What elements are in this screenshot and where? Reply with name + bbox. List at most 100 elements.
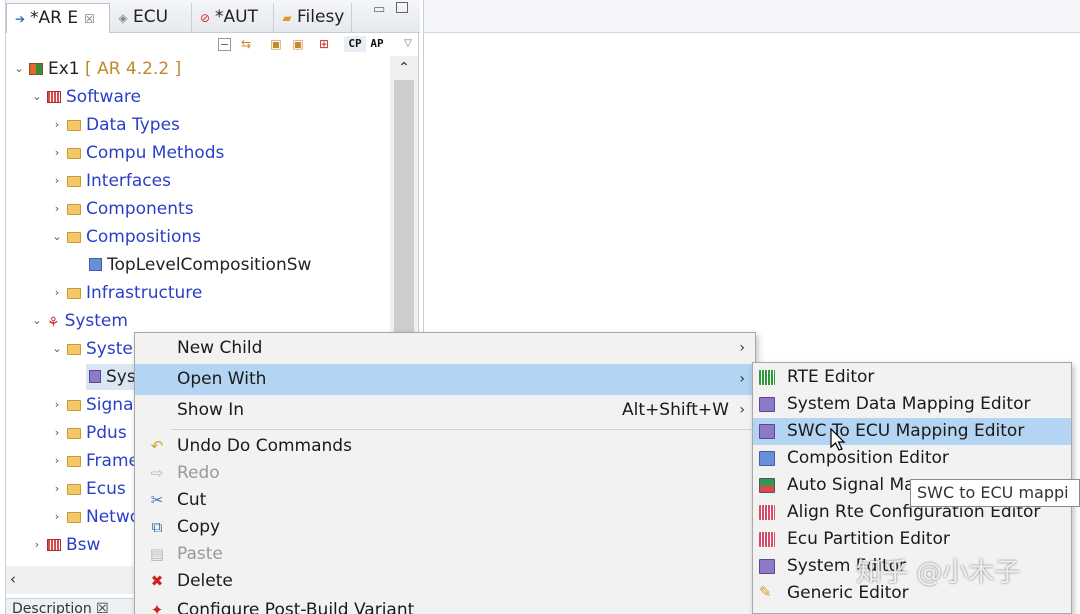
- submenu-item-swc-to-ecu-mapping[interactable]: SWC To ECU Mapping Editor: [753, 418, 1071, 445]
- submenu-item-ecu-partition[interactable]: Ecu Partition Editor: [753, 526, 1071, 553]
- tree-node-infrastructure[interactable]: › Infrastructure: [50, 280, 203, 306]
- ecu-partition-icon: [759, 532, 775, 547]
- chevron-right-icon[interactable]: ›: [50, 280, 64, 306]
- menu-item-label: Show In: [177, 400, 245, 420]
- chevron-right-icon[interactable]: ›: [50, 112, 64, 138]
- tree-node-sys-selected[interactable]: Sys: [86, 364, 136, 390]
- tab-filesystem[interactable]: ▰ Filesy: [274, 3, 352, 33]
- chevron-right-icon[interactable]: ›: [50, 140, 64, 166]
- menu-item-redo[interactable]: ⇨ Redo: [135, 460, 755, 487]
- chevron-down-icon[interactable]: ⌄: [50, 224, 64, 250]
- chevron-down-icon[interactable]: ⌄: [30, 308, 44, 334]
- menu-separator: [171, 429, 755, 430]
- tree-node-software[interactable]: ⌄ Software: [30, 84, 141, 110]
- rte-editor-icon: [759, 370, 775, 385]
- align-rte-icon: [759, 505, 775, 520]
- menu-item-configure-post-build[interactable]: ✦ Configure Post-Build Variant: [135, 597, 755, 614]
- chevron-right-icon[interactable]: ›: [50, 448, 64, 474]
- collapse-all-icon[interactable]: −: [218, 38, 231, 51]
- mouse-cursor-icon: [830, 428, 846, 451]
- chevron-down-icon[interactable]: ⌄: [12, 56, 26, 82]
- tree-node-toplevel-composition[interactable]: TopLevelCompositionSw: [86, 252, 311, 278]
- view-tab-bar: ➔ *AR E ☒ ◈ ECU ⊘ *AUT ▰ Filesy ▭: [6, 0, 420, 33]
- generic-editor-icon: ✎: [759, 583, 772, 601]
- tree-node-systems[interactable]: ⌄ Systen: [50, 336, 143, 362]
- menu-item-show-in[interactable]: Show In Alt+Shift+W ›: [135, 395, 755, 426]
- chevron-up-icon[interactable]: ⌃: [390, 60, 418, 76]
- package-folder-icon: [67, 232, 81, 243]
- close-icon[interactable]: ☒: [84, 12, 95, 26]
- tree-node-compu-methods[interactable]: › Compu Methods: [50, 140, 225, 166]
- submenu-item-label: Composition Editor: [787, 448, 949, 468]
- tree-node-bsw[interactable]: › Bsw: [30, 532, 101, 558]
- grid-icon[interactable]: ⊞: [316, 36, 332, 52]
- tree-node-data-types[interactable]: › Data Types: [50, 112, 180, 138]
- link-editor-icon[interactable]: ⇆: [238, 36, 254, 52]
- chevron-right-icon[interactable]: ›: [50, 476, 64, 502]
- menu-item-label: Open With: [177, 369, 267, 389]
- submenu-item-composition-editor[interactable]: Composition Editor: [753, 445, 1071, 472]
- autosar-icon: ⊘: [199, 11, 211, 25]
- menu-item-undo[interactable]: ↶ Undo Do Commands: [135, 432, 755, 461]
- tab-ecu[interactable]: ◈ ECU: [110, 3, 192, 33]
- chevron-right-icon[interactable]: ›: [50, 420, 64, 446]
- tree-node-frames[interactable]: › Frame: [50, 448, 139, 474]
- chevron-left-icon[interactable]: ‹: [10, 570, 16, 588]
- chevron-right-icon[interactable]: ›: [50, 168, 64, 194]
- tree-node-signals[interactable]: › Signa: [50, 392, 134, 418]
- submenu-item-system-data-mapping[interactable]: System Data Mapping Editor: [753, 391, 1071, 418]
- version-label: [ AR 4.2.2 ]: [85, 59, 182, 79]
- tree-node-compositions[interactable]: ⌄ Compositions: [50, 224, 201, 250]
- chevron-down-icon[interactable]: ⌄: [30, 84, 44, 110]
- chevron-down-icon[interactable]: ⌄: [50, 336, 64, 362]
- context-menu: New Child › Open With › Show In Alt+Shif…: [134, 332, 756, 614]
- tab-label: *AR E: [30, 8, 79, 28]
- chevron-right-icon[interactable]: ›: [30, 532, 44, 558]
- tree-node-pdus[interactable]: › Pdus: [50, 420, 127, 446]
- tree-node-label: Netwo: [86, 507, 141, 527]
- menu-item-paste[interactable]: ▤ Paste: [135, 541, 755, 568]
- package-folder-icon: [67, 512, 81, 523]
- tree-node-system[interactable]: ⌄ ⚘ System: [30, 308, 128, 334]
- menu-item-new-child[interactable]: New Child ›: [135, 333, 755, 364]
- chevron-right-icon: ›: [739, 402, 745, 418]
- cp-toggle-button[interactable]: CP: [344, 36, 366, 52]
- watermark: 知乎 @小木子: [856, 558, 1021, 588]
- filesystem-icon: ▰: [282, 11, 292, 25]
- tooltip: SWC to ECU mappi: [910, 479, 1080, 507]
- chevron-right-icon[interactable]: ›: [50, 504, 64, 530]
- tab-autosar[interactable]: ⊘ *AUT: [192, 3, 274, 33]
- composition-editor-icon: [759, 451, 775, 466]
- tree-node-label: Frame: [86, 451, 139, 471]
- tree-node-label: System: [64, 311, 128, 331]
- filter2-icon[interactable]: ▣: [290, 36, 306, 52]
- tree-node-ecus[interactable]: › Ecus: [50, 476, 126, 502]
- configure-icon: ✦: [150, 601, 164, 614]
- tree-node-label: Ex1: [48, 59, 80, 79]
- menu-item-delete[interactable]: ✖ Delete: [135, 568, 755, 595]
- submenu-item-label: System Data Mapping Editor: [787, 394, 1031, 414]
- ap-toggle-button[interactable]: AP: [366, 36, 388, 52]
- editor-tab-bar: [424, 0, 1080, 33]
- maximize-icon[interactable]: [396, 2, 408, 13]
- menu-item-copy[interactable]: ⧉ Copy: [135, 514, 755, 541]
- tab-ar-explorer[interactable]: ➔ *AR E ☒: [6, 3, 110, 33]
- tree-node-components[interactable]: › Components: [50, 196, 194, 222]
- view-menu-icon[interactable]: ▽: [400, 36, 416, 52]
- menu-item-label: Undo Do Commands: [177, 436, 352, 456]
- chevron-right-icon[interactable]: ›: [50, 392, 64, 418]
- chevron-right-icon: ›: [739, 340, 745, 356]
- menu-item-open-with[interactable]: Open With ›: [135, 364, 755, 395]
- menu-item-cut[interactable]: ✂ Cut: [135, 487, 755, 514]
- tree-node-networks[interactable]: › Netwo: [50, 504, 140, 530]
- chevron-right-icon: ›: [739, 371, 745, 387]
- chevron-right-icon[interactable]: ›: [50, 196, 64, 222]
- tree-node-root[interactable]: ⌄ Ex1 [ AR 4.2.2 ]: [12, 56, 181, 82]
- filter-icon[interactable]: ▣: [268, 36, 284, 52]
- tree-node-label: Sys: [106, 367, 136, 387]
- submenu-item-rte-editor[interactable]: RTE Editor: [753, 364, 1071, 391]
- package-folder-icon: [67, 400, 81, 411]
- tree-node-label: Interfaces: [86, 171, 171, 191]
- minimize-icon[interactable]: ▭: [373, 2, 385, 17]
- tree-node-interfaces[interactable]: › Interfaces: [50, 168, 171, 194]
